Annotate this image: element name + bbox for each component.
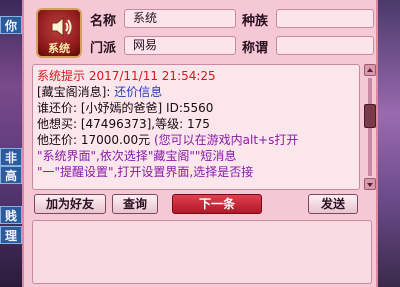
name-field: 系统 — [124, 9, 236, 28]
add-friend-button[interactable]: 加为好友 — [34, 194, 106, 214]
hint-text: "一"提醒设置",打开设置界面,选择是否接 — [37, 165, 254, 179]
query-button[interactable]: 查询 — [112, 194, 158, 214]
speaker-icon — [51, 16, 72, 38]
sect-field: 网易 — [124, 36, 236, 55]
message-scrollbar[interactable] — [364, 64, 376, 190]
game-background-tag: 你 — [0, 16, 22, 34]
reply-input[interactable] — [32, 220, 372, 284]
scroll-thumb[interactable] — [364, 104, 376, 128]
message-line: 他还价: 17000.00元 (您可以在游戏内alt+s打开 — [37, 133, 298, 148]
scroll-up-button[interactable] — [364, 64, 376, 76]
game-background-tag: 高 — [0, 166, 22, 184]
avatar-caption: 系统 — [48, 42, 70, 55]
title-label: 称谓 — [242, 41, 269, 56]
message-header: 系统提示 2017/11/11 21:54:25 — [37, 69, 216, 83]
price-offer-title: 还价信息 — [114, 85, 163, 99]
next-message-button[interactable]: 下一条 — [172, 194, 262, 214]
message-line: [藏宝阁消息]: 还价信息 — [37, 85, 162, 100]
offer-price: 他还价: 17000.00元 — [37, 133, 151, 147]
race-field — [276, 9, 374, 28]
send-button[interactable]: 发送 — [308, 194, 358, 214]
name-label: 名称 — [90, 14, 117, 29]
game-background-tag: 贱 — [0, 206, 22, 224]
message-window: 系统 名称 系统 种族 门派 网易 称谓 系统提示 2017/11/11 21:… — [22, 0, 378, 287]
hint-text: (您可以在游戏内alt+s打开 — [153, 133, 299, 147]
message-content: 系统提示 2017/11/11 21:54:25 [藏宝阁消息]: 还价信息 谁… — [32, 64, 360, 190]
hint-text: "系统界面",依次选择"藏宝阁""短消息 — [37, 149, 237, 163]
game-background-tag: 非 — [0, 148, 22, 166]
race-label: 种族 — [242, 14, 269, 29]
system-avatar: 系统 — [36, 8, 82, 58]
title-field — [276, 36, 374, 55]
sect-label: 门派 — [90, 41, 117, 56]
message-line: 谁还价: [小妤嫣的爸爸] ID:5560 — [37, 101, 214, 115]
message-tag: [藏宝阁消息]: — [37, 85, 111, 99]
scroll-down-button[interactable] — [364, 178, 376, 190]
game-background-right — [378, 0, 400, 287]
game-background-tag: 理 — [0, 226, 22, 244]
message-line: 他想买: [47496373],等级: 175 — [37, 117, 210, 131]
